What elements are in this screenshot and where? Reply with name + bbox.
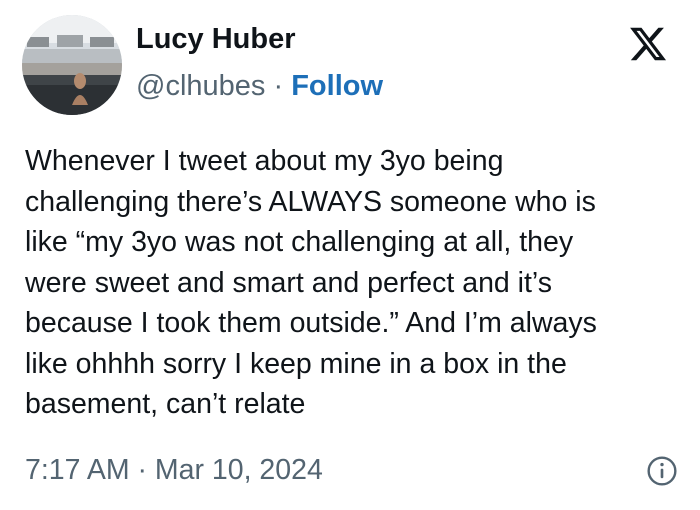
tweet-card: Lucy Huber @clhubes · Follow Whenever I … (0, 0, 700, 510)
tweet-text-line: challenging there’s ALWAYS someone who i… (25, 185, 596, 218)
x-logo-icon[interactable] (628, 24, 668, 64)
tweet-text-line: like ohhhh sorry I keep mine in a box in… (25, 347, 567, 380)
info-icon[interactable] (646, 455, 678, 487)
tweet-text-line: basement, can’t relate (25, 388, 306, 420)
avatar[interactable] (22, 15, 122, 115)
tweet-text-line: were sweet and smart and perfect and it’… (25, 266, 552, 299)
tweet-text-line: because I took them outside.” And I’m al… (25, 307, 597, 339)
tweet-text-line: Whenever I tweet about my 3yo being (25, 145, 504, 177)
avatar-photo (22, 15, 122, 115)
follow-button[interactable]: Follow (291, 70, 383, 102)
separator-dot: · (273, 70, 284, 102)
tweet-timestamp[interactable]: 7:17 AM · Mar 10, 2024 (25, 454, 323, 487)
author-display-name[interactable]: Lucy Huber (136, 23, 296, 56)
tweet-text-line: like “my 3yo was not challenging at all,… (25, 226, 574, 258)
author-handle[interactable]: @clhubes (136, 70, 265, 102)
author-handle-row: @clhubes · Follow (136, 70, 383, 103)
tweet-text: Whenever I tweet about my 3yo being chal… (25, 141, 680, 425)
